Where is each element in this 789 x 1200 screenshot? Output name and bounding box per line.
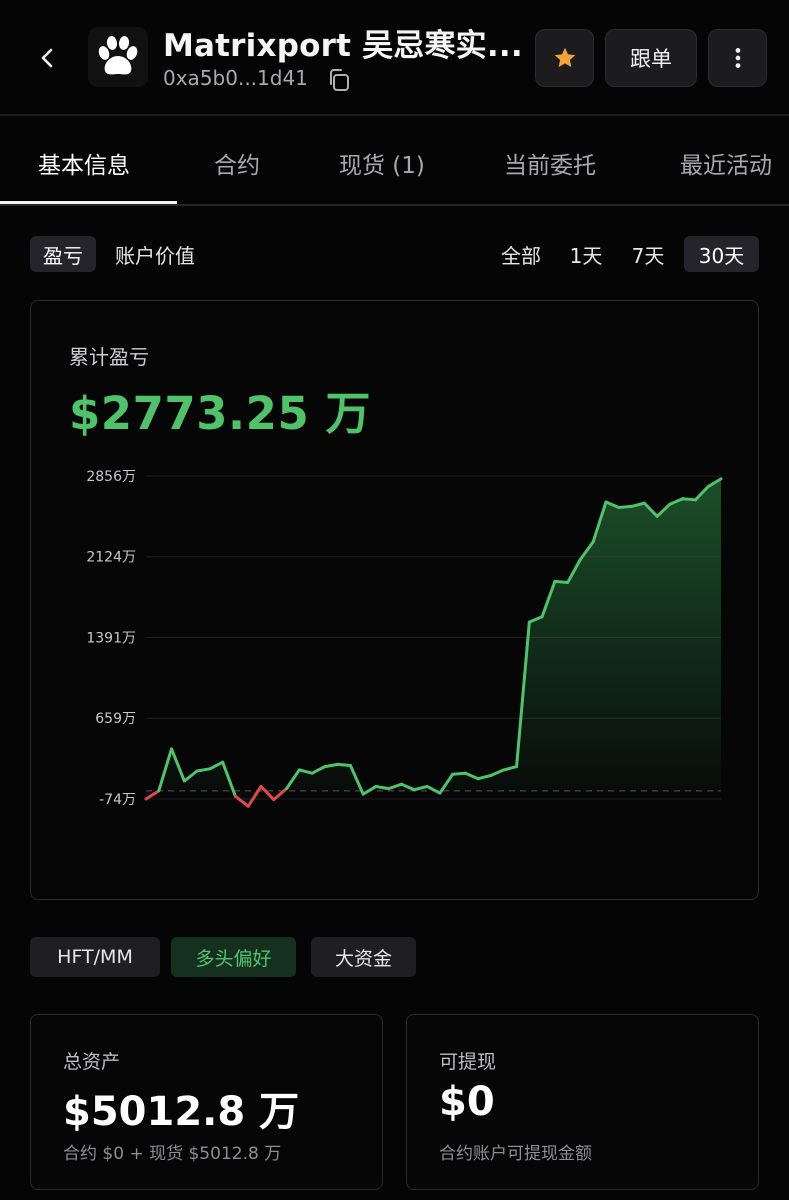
metric-account-value-toggle[interactable]: 账户价值 (106, 236, 204, 272)
range-1d-toggle[interactable]: 1天 (560, 236, 612, 272)
y-tick-label: 2124万 (86, 550, 136, 566)
y-tick-label: -74万 (99, 792, 136, 808)
y-tick-label: 2856万 (86, 469, 136, 485)
total-assets-value: $5012.8 万 (63, 1089, 300, 1135)
range-30d-toggle[interactable]: 30天 (684, 236, 759, 272)
tab-basic-info[interactable]: 基本信息 (38, 146, 130, 180)
tag-hft-mm: HFT/MM (30, 937, 160, 977)
y-tick-label: 659万 (95, 711, 136, 727)
tab-contracts[interactable]: 合约 (214, 146, 260, 180)
trader-name: Matrixport 吴忌寒实... (163, 28, 523, 64)
pnl-line-segment (451, 771, 467, 776)
pnl-line-segment (336, 762, 352, 767)
chevron-left-icon (41, 48, 53, 68)
avatar (88, 27, 148, 87)
wallet-address: 0xa5b0...1d41 (163, 66, 308, 90)
range-7d-toggle[interactable]: 7天 (622, 236, 674, 272)
tab-recent-activity[interactable]: 最近活动 (680, 146, 772, 180)
withdrawable-label: 可提现 (439, 1051, 497, 1073)
pnl-line-segment (681, 497, 697, 502)
more-button[interactable] (708, 29, 767, 87)
pnl-line-segment (553, 579, 570, 584)
more-vertical-icon (735, 48, 740, 68)
tag-large-capital: 大资金 (311, 937, 416, 977)
favorite-button[interactable] (535, 29, 594, 87)
star-icon (554, 47, 575, 68)
total-assets-card: 总资产 $5012.8 万 合约 $0 + 现货 $5012.8 万 (30, 1014, 383, 1190)
withdrawable-description: 合约账户可提现金额 (439, 1144, 592, 1164)
tab-bar: 基本信息 合约 现货 (1) 当前委托 最近活动 (0, 116, 789, 206)
metric-pnl-toggle[interactable]: 盈亏 (30, 236, 96, 272)
tabs-divider (0, 204, 789, 206)
withdrawable-value: $0 (439, 1079, 495, 1125)
pnl-chart[interactable]: 2856万 2124万 1391万 659万 -74万 (31, 301, 760, 901)
copy-icon[interactable] (326, 67, 352, 93)
pnl-area-fill (146, 478, 721, 807)
copy-trade-button[interactable]: 跟单 (605, 29, 697, 87)
back-button[interactable] (28, 38, 68, 78)
chart-controls: 盈亏 账户价值 全部 1天 7天 30天 (0, 234, 789, 274)
y-tick-label: 1391万 (86, 631, 136, 647)
pnl-chart-card: 累计盈亏 $2773.25 万 2856万 2124万 1391万 659万 -74万 (30, 300, 759, 900)
tab-open-orders[interactable]: 当前委托 (504, 146, 596, 180)
tag-long-bias: 多头偏好 (171, 937, 296, 977)
paw-icon (98, 36, 138, 75)
pnl-line-segment (617, 504, 634, 510)
tab-spot[interactable]: 现货 (1) (339, 146, 425, 180)
withdrawable-card: 可提现 $0 合约账户可提现金额 (406, 1014, 759, 1190)
header: Matrixport 吴忌寒实... 0xa5b0...1d41 跟单 (0, 0, 789, 116)
total-assets-breakdown: 合约 $0 + 现货 $5012.8 万 (63, 1144, 282, 1164)
range-all-toggle[interactable]: 全部 (492, 236, 550, 272)
total-assets-label: 总资产 (63, 1051, 121, 1073)
